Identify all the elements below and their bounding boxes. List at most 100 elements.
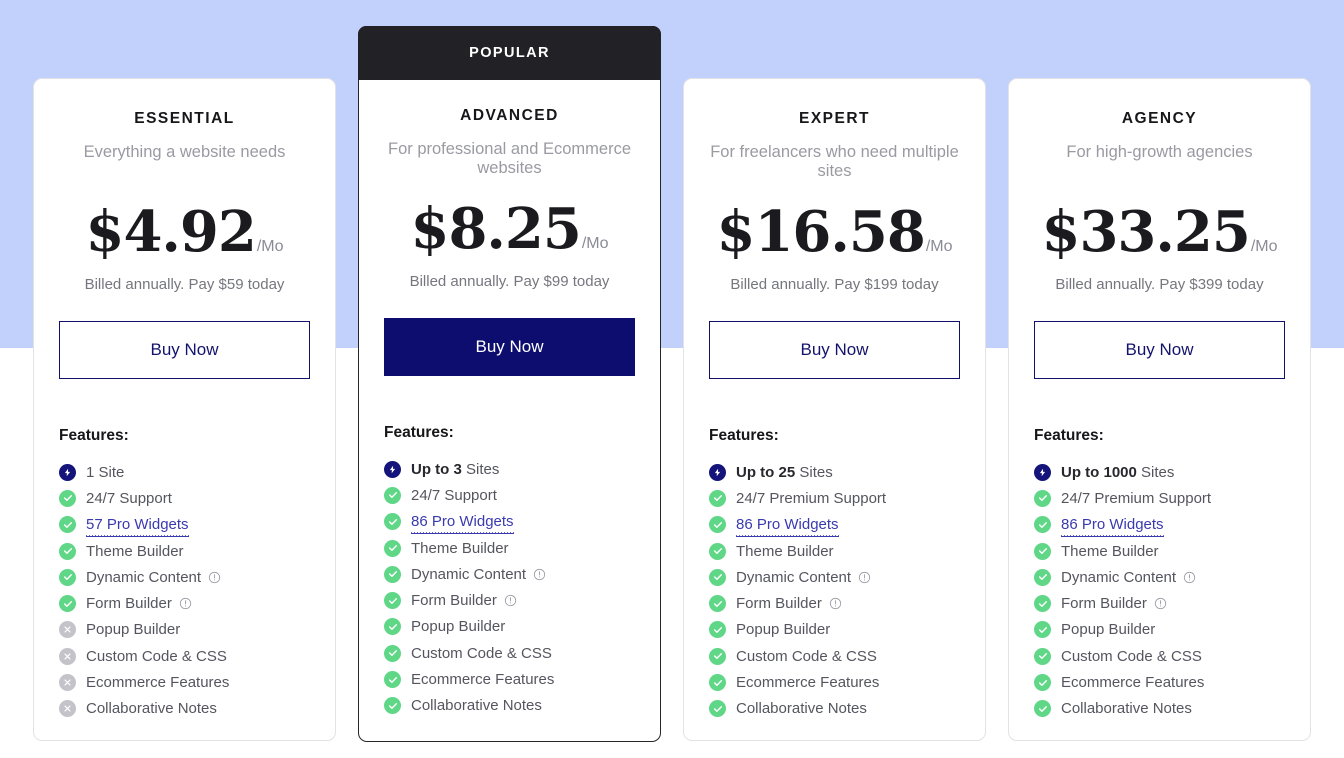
check-icon <box>1034 674 1051 691</box>
pro-widgets-link[interactable]: 57 Pro Widgets <box>86 516 189 537</box>
feature-item: 24/7 Premium Support <box>1034 485 1285 511</box>
check-icon <box>59 595 76 612</box>
plan-title: AGENCY <box>1034 110 1285 128</box>
popular-badge-label: POPULAR <box>469 45 550 61</box>
pro-widgets-link[interactable]: 86 Pro Widgets <box>736 516 839 537</box>
feature-label-emphasis: Up to 3 <box>411 461 462 478</box>
feature-item: Popup Builder <box>59 617 310 643</box>
feature-item: Custom Code & CSS <box>59 643 310 669</box>
feature-label: 86 Pro Widgets <box>411 513 514 530</box>
buy-now-button[interactable]: Buy Now <box>59 321 310 379</box>
feature-label: Form Builder <box>411 592 497 609</box>
feature-item: Dynamic Content <box>709 564 960 590</box>
info-icon[interactable] <box>829 597 842 610</box>
check-icon <box>1034 648 1051 665</box>
feature-label: Ecommerce Features <box>411 671 554 688</box>
feature-label: Form Builder <box>86 595 172 612</box>
popular-badge: POPULAR <box>358 26 661 80</box>
feature-item: Dynamic Content <box>59 564 310 590</box>
check-icon <box>709 674 726 691</box>
feature-item: Popup Builder <box>709 617 960 643</box>
info-icon[interactable] <box>208 571 221 584</box>
feature-item: Theme Builder <box>59 538 310 564</box>
feature-item: 86 Pro Widgets <box>709 512 960 538</box>
check-icon <box>709 648 726 665</box>
plan-price-period: /Mo <box>582 235 609 253</box>
check-icon <box>1034 595 1051 612</box>
pricing-plans-grid: ESSENTIALEverything a website needs$4.92… <box>0 0 1344 758</box>
info-icon[interactable] <box>858 571 871 584</box>
bolt-icon <box>384 461 401 478</box>
buy-now-button[interactable]: Buy Now <box>384 318 635 376</box>
feature-item: 24/7 Premium Support <box>709 485 960 511</box>
plan-price: $8.25 <box>410 201 580 257</box>
check-icon <box>709 516 726 533</box>
plan-title: ESSENTIAL <box>59 110 310 128</box>
info-icon[interactable] <box>1183 571 1196 584</box>
pro-widgets-link[interactable]: 86 Pro Widgets <box>1061 516 1164 537</box>
info-icon[interactable] <box>179 597 192 610</box>
feature-item: Custom Code & CSS <box>1034 643 1285 669</box>
card-body: EXPERTFor freelancers who need multiple … <box>684 110 985 722</box>
feature-item: Ecommerce Features <box>1034 669 1285 695</box>
info-icon[interactable] <box>504 594 517 607</box>
check-icon <box>59 490 76 507</box>
check-icon <box>384 513 401 530</box>
buy-now-button[interactable]: Buy Now <box>709 321 960 379</box>
buy-now-button[interactable]: Buy Now <box>1034 321 1285 379</box>
pricing-card-advanced: POPULAR ADVANCED For professional and Ecom… <box>358 26 661 742</box>
feature-label: Custom Code & CSS <box>86 648 227 665</box>
features-heading: Features: <box>59 427 310 445</box>
feature-label: Collaborative Notes <box>736 700 867 717</box>
feature-label: 86 Pro Widgets <box>1061 516 1164 533</box>
check-icon <box>709 700 726 717</box>
features-list: Up to 1000 Sites 24/7 Premium Support 86 P… <box>1034 459 1285 722</box>
feature-label: 24/7 Support <box>411 487 497 504</box>
feature-item: Popup Builder <box>1034 617 1285 643</box>
feature-label: Ecommerce Features <box>1061 674 1204 691</box>
pro-widgets-link[interactable]: 86 Pro Widgets <box>411 513 514 534</box>
plan-title: ADVANCED <box>384 107 635 125</box>
feature-item: Theme Builder <box>1034 538 1285 564</box>
card-body: ESSENTIALEverything a website needs$4.92… <box>34 110 335 722</box>
feature-item: Up to 3 Sites <box>384 456 635 482</box>
feature-item: Collaborative Notes <box>59 696 310 722</box>
check-icon <box>384 540 401 557</box>
feature-label: Ecommerce Features <box>736 674 879 691</box>
feature-item: Form Builder <box>59 590 310 616</box>
feature-item: 24/7 Support <box>59 485 310 511</box>
feature-label: Dynamic Content <box>86 569 201 586</box>
price-row: $16.58/Mo <box>709 204 960 260</box>
feature-item: Popup Builder <box>384 614 635 640</box>
feature-label: Dynamic Content <box>736 569 851 586</box>
feature-item: Custom Code & CSS <box>384 640 635 666</box>
feature-item: 86 Pro Widgets <box>384 509 635 535</box>
feature-label: Up to 1000 Sites <box>1061 464 1174 481</box>
plan-description: For professional and Ecommerce websites <box>384 140 635 179</box>
feature-item: Dynamic Content <box>1034 564 1285 590</box>
info-icon[interactable] <box>1154 597 1167 610</box>
features-list: Up to 25 Sites24/7 Premium Support 86 Pro… <box>709 459 960 722</box>
info-icon[interactable] <box>533 568 546 581</box>
feature-item: Up to 25 Sites <box>709 459 960 485</box>
check-icon <box>709 543 726 560</box>
check-icon <box>1034 516 1051 533</box>
check-icon <box>59 516 76 533</box>
feature-label: Dynamic Content <box>1061 569 1176 586</box>
feature-label: Up to 3 Sites <box>411 461 499 478</box>
check-icon <box>384 487 401 504</box>
plan-price-period: /Mo <box>926 238 953 256</box>
check-icon <box>1034 543 1051 560</box>
check-icon <box>709 621 726 638</box>
feature-label: Popup Builder <box>1061 621 1155 638</box>
plan-title: EXPERT <box>709 110 960 128</box>
feature-item: Form Builder <box>709 590 960 616</box>
feature-item: 1 Site <box>59 459 310 485</box>
features-heading: Features: <box>709 427 960 445</box>
cross-icon <box>59 700 76 717</box>
feature-item: Theme Builder <box>709 538 960 564</box>
plan-price-period: /Mo <box>257 238 284 256</box>
feature-label: Theme Builder <box>736 543 834 560</box>
bolt-icon <box>709 464 726 481</box>
feature-label: 24/7 Premium Support <box>1061 490 1211 507</box>
